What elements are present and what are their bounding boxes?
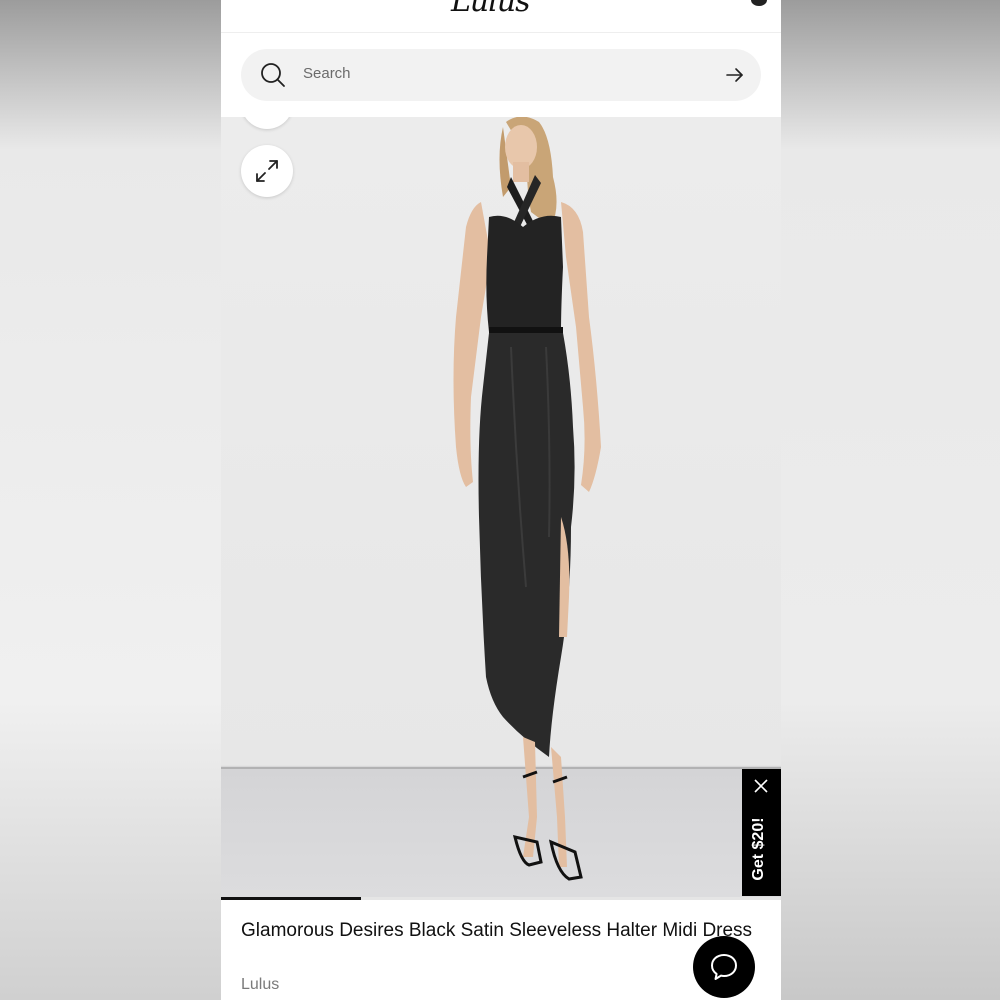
arrow-right-icon[interactable]	[725, 65, 745, 85]
chat-bubble-icon	[711, 954, 737, 980]
promo-tab[interactable]: Get $20!	[742, 769, 781, 896]
gallery-favorite-button[interactable]	[241, 117, 293, 129]
product-brand[interactable]: Lulus	[241, 976, 279, 994]
search-input[interactable]: Search	[241, 49, 761, 101]
close-icon[interactable]	[754, 779, 768, 793]
chat-button[interactable]	[693, 936, 755, 998]
product-image[interactable]	[221, 117, 781, 898]
gallery-progress	[221, 897, 781, 900]
background-blur-left	[0, 0, 221, 1000]
mobile-page: Lulus Search Get $20! Glamorous Desires …	[221, 0, 781, 1000]
expand-icon	[256, 160, 278, 182]
search-placeholder: Search	[303, 65, 351, 82]
expand-image-button[interactable]	[241, 145, 293, 197]
model-photo	[453, 117, 601, 881]
cart-badge[interactable]	[751, 0, 767, 6]
promo-label[interactable]: Get $20!	[750, 799, 770, 899]
gallery-progress-fill	[221, 897, 361, 900]
top-header: Lulus	[221, 0, 781, 33]
product-title: Glamorous Desires Black Satin Sleeveless…	[241, 920, 753, 941]
background-blur-right	[781, 0, 1000, 1000]
brand-logo[interactable]: Lulus	[451, 0, 531, 19]
search-icon	[261, 63, 285, 87]
search-section: Search	[221, 33, 781, 117]
